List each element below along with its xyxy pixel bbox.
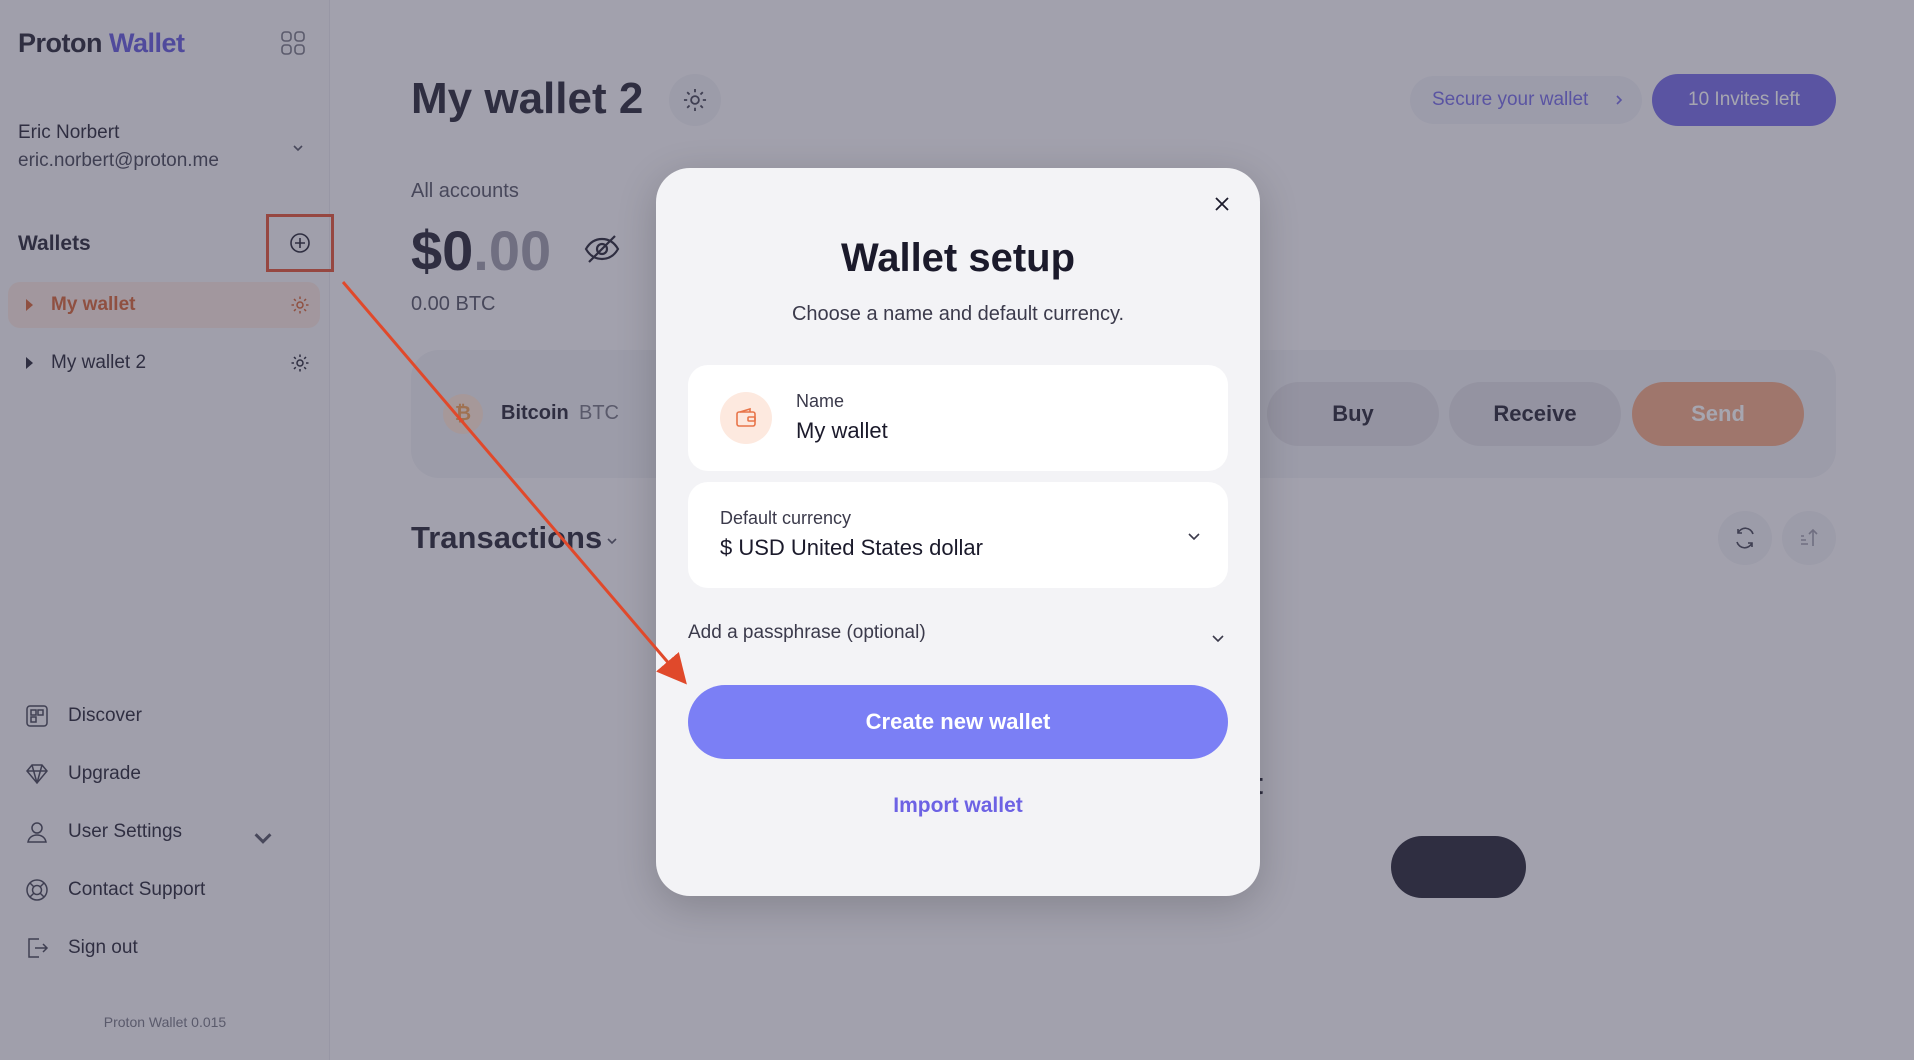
modal-title: Wallet setup [840,236,1076,280]
create-wallet-button[interactable]: Create new wallet [688,685,1228,759]
name-label: Name [796,391,845,411]
import-wallet-link[interactable]: Import wallet [656,794,1260,818]
chevron-down-icon [1212,635,1224,643]
chevron-down-icon[interactable] [1186,528,1202,544]
currency-label: Default currency [720,508,852,528]
wallet-badge [720,392,772,444]
close-button[interactable] [1206,188,1238,220]
passphrase-toggle[interactable]: Add a passphrase (optional) [688,622,1228,652]
close-icon [1215,197,1229,211]
passphrase-label: Add a passphrase (optional) [688,622,926,643]
name-input[interactable]: My wallet [796,418,888,444]
currency-select[interactable]: Default currency $ USD United States dol… [688,482,1228,588]
currency-value[interactable]: $ USD United States dollar [720,535,983,561]
wallet-setup-modal: Wallet setup Choose a name and default c… [656,168,1260,896]
wallet-name-field[interactable]: Name My wallet [688,365,1228,471]
modal-subtitle: Choose a name and default currency. [791,303,1125,325]
wallet-icon [736,407,756,427]
